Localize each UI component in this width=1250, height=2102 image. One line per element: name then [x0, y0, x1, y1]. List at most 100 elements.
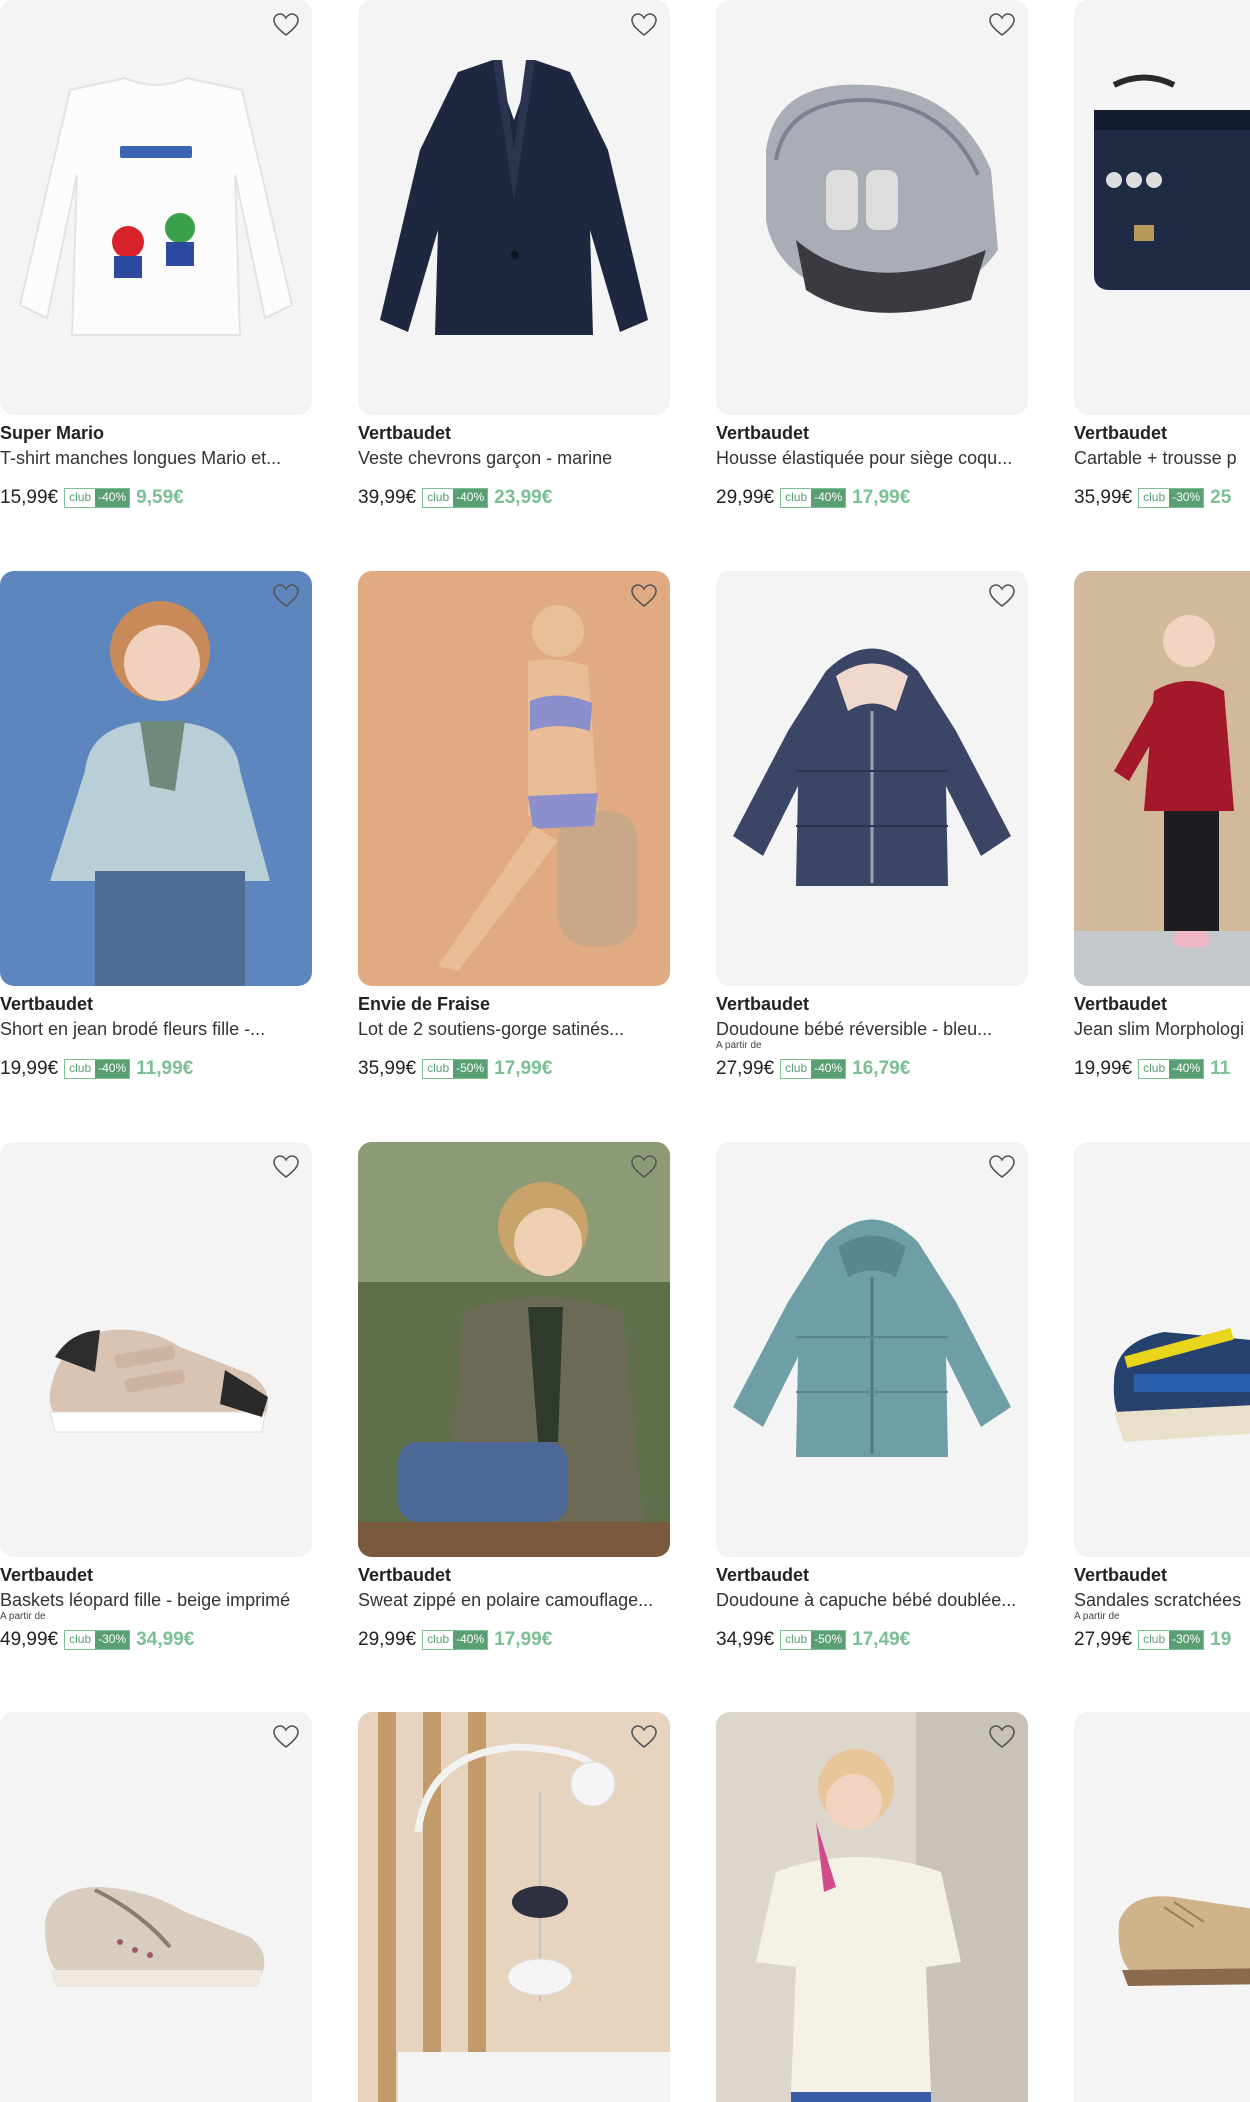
product-name[interactable]: Short en jean brodé fleurs fille -... — [0, 1016, 312, 1042]
original-price: 19,99€ — [0, 1058, 59, 1079]
school-bag-image — [1074, 0, 1250, 415]
product-card[interactable]: Vertbaudet Housse élastiquée pour siège … — [716, 0, 1028, 513]
club-badge: club -30% — [64, 1630, 131, 1650]
discount-label: -40% — [95, 1060, 130, 1078]
product-image[interactable] — [1074, 0, 1250, 415]
favorite-button[interactable] — [272, 12, 300, 38]
favorite-button[interactable] — [630, 12, 658, 38]
product-image[interactable] — [716, 1142, 1028, 1557]
product-brand: Vertbaudet — [716, 994, 810, 1014]
club-price: 23,99€ — [494, 487, 553, 508]
favorite-button[interactable] — [630, 1724, 658, 1750]
product-name[interactable]: Baskets léopard fille - beige imprimé — [0, 1587, 312, 1613]
club-badge: club -40% — [422, 1630, 489, 1650]
club-label: club — [423, 1060, 454, 1078]
product-name[interactable]: Veste chevrons garçon - marine — [358, 445, 670, 471]
price-row: 49,99€ club -30% 34,99€ — [0, 1625, 312, 1655]
discount-label: -40% — [453, 489, 488, 507]
heart-icon — [989, 584, 1015, 608]
product-image[interactable] — [0, 571, 312, 986]
product-name[interactable]: Sandales scratchées — [1074, 1587, 1250, 1613]
product-name[interactable]: Jean slim Morphologi — [1074, 1016, 1250, 1042]
product-card[interactable] — [1074, 1712, 1250, 2102]
favorite-button[interactable] — [988, 1154, 1016, 1180]
product-brand: Vertbaudet — [716, 423, 810, 443]
price-row: 27,99€ club -30% 19 — [1074, 1625, 1250, 1655]
club-label: club — [781, 1631, 812, 1649]
club-price: 11,99€ — [136, 1058, 194, 1079]
product-image[interactable] — [0, 1142, 312, 1557]
product-image[interactable] — [1074, 1712, 1250, 2102]
product-card[interactable]: Vertbaudet Doudoune à capuche bébé doubl… — [716, 1142, 1028, 1655]
heart-icon — [989, 13, 1015, 37]
heart-icon — [631, 13, 657, 37]
club-price: 19 — [1210, 1629, 1232, 1650]
teal-jacket-image — [716, 1142, 1028, 1557]
product-card[interactable]: Vertbaudet Cartable + trousse p 35,99€ c… — [1074, 0, 1250, 513]
product-name[interactable]: T-shirt manches longues Mario et... — [0, 445, 312, 471]
product-image[interactable] — [0, 0, 312, 415]
club-label: club — [423, 1631, 454, 1649]
product-card[interactable] — [716, 1712, 1028, 2102]
original-price: 15,99€ — [0, 487, 59, 508]
product-name[interactable]: Doudoune bébé réversible - bleu... — [716, 1016, 1028, 1042]
original-price: 19,99€ — [1074, 1058, 1133, 1079]
price-row: 29,99€ club -40% 17,99€ — [358, 1625, 670, 1655]
product-name[interactable]: Cartable + trousse p — [1074, 445, 1250, 471]
product-card[interactable]: Super Mario T-shirt manches longues Mari… — [0, 0, 312, 513]
product-card[interactable]: Vertbaudet Short en jean brodé fleurs fi… — [0, 571, 312, 1084]
favorite-button[interactable] — [272, 583, 300, 609]
club-price: 16,79€ — [852, 1058, 911, 1079]
favorite-button[interactable] — [630, 583, 658, 609]
favorite-button[interactable] — [272, 1154, 300, 1180]
product-image[interactable] — [358, 571, 670, 986]
product-card[interactable]: Vertbaudet Jean slim Morphologi 19,99€ c… — [1074, 571, 1250, 1084]
girl-cardigan-photo-image — [1074, 571, 1250, 986]
product-brand: Envie de Fraise — [358, 994, 491, 1014]
discount-label: -40% — [811, 1060, 846, 1078]
product-card[interactable]: Vertbaudet Sandales scratchées A partir … — [1074, 1142, 1250, 1655]
club-price: 34,99€ — [136, 1629, 195, 1650]
product-image[interactable] — [358, 0, 670, 415]
discount-label: -30% — [1169, 489, 1204, 507]
product-image[interactable] — [716, 571, 1028, 986]
club-badge: club -40% — [64, 488, 131, 508]
original-price: 34,99€ — [716, 1629, 775, 1650]
product-card[interactable]: Vertbaudet Baskets léopard fille - beige… — [0, 1142, 312, 1655]
discount-label: -40% — [1169, 1060, 1204, 1078]
product-card[interactable] — [0, 1712, 312, 2102]
product-card[interactable]: Vertbaudet Sweat zippé en polaire camouf… — [358, 1142, 670, 1655]
product-image[interactable] — [716, 0, 1028, 415]
product-image[interactable] — [358, 1142, 670, 1557]
product-name[interactable]: Sweat zippé en polaire camouflage... — [358, 1587, 670, 1613]
product-image[interactable] — [0, 1712, 312, 2102]
gold-shoe-image — [1074, 1712, 1250, 2102]
club-label: club — [423, 489, 454, 507]
product-image[interactable] — [716, 1712, 1028, 2102]
heart-icon — [273, 1155, 299, 1179]
heart-icon — [273, 1725, 299, 1749]
product-card[interactable]: Vertbaudet Veste chevrons garçon - marin… — [358, 0, 670, 513]
product-image[interactable] — [358, 1712, 670, 2102]
product-card[interactable]: Vertbaudet Doudoune bébé réversible - bl… — [716, 571, 1028, 1084]
product-name[interactable]: Housse élastiquée pour siège coqu... — [716, 445, 1028, 471]
favorite-button[interactable] — [988, 1724, 1016, 1750]
original-price: 29,99€ — [358, 1629, 417, 1650]
product-brand: Vertbaudet — [358, 1565, 452, 1585]
club-badge: club -40% — [780, 488, 847, 508]
favorite-button[interactable] — [988, 12, 1016, 38]
product-name[interactable]: Doudoune à capuche bébé doublée... — [716, 1587, 1028, 1613]
club-badge: club -40% — [422, 488, 489, 508]
product-card[interactable] — [358, 1712, 670, 2102]
product-name[interactable]: Lot de 2 soutiens-gorge satinés... — [358, 1016, 670, 1042]
heart-icon — [631, 584, 657, 608]
club-badge: club -50% — [780, 1630, 847, 1650]
product-image[interactable] — [1074, 1142, 1250, 1557]
favorite-button[interactable] — [272, 1724, 300, 1750]
product-card[interactable]: Envie de Fraise Lot de 2 soutiens-gorge … — [358, 571, 670, 1084]
favorite-button[interactable] — [988, 583, 1016, 609]
club-badge: club -40% — [64, 1059, 131, 1079]
product-image[interactable] — [1074, 571, 1250, 986]
product-brand: Vertbaudet — [0, 1565, 94, 1585]
favorite-button[interactable] — [630, 1154, 658, 1180]
